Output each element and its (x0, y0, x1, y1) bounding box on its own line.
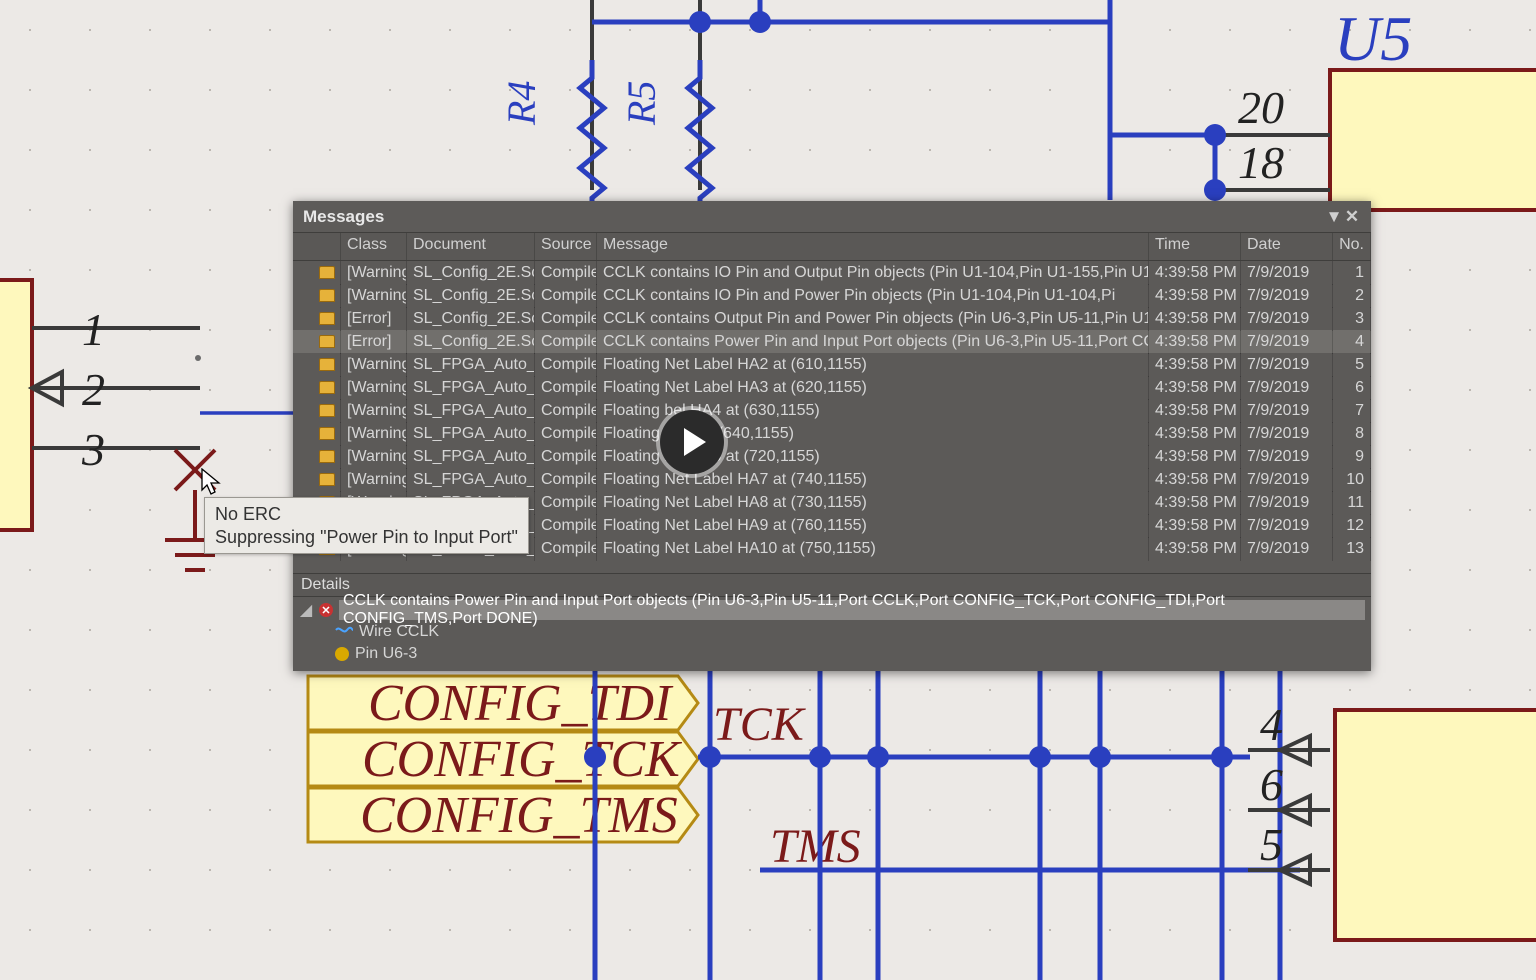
folder-icon (319, 450, 335, 463)
panel-dropdown-icon[interactable]: ▼ (1325, 207, 1343, 227)
details-row-main[interactable]: ◢ ✕ CCLK contains Power Pin and Input Po… (299, 599, 1365, 621)
refdes-r4: R4 (499, 81, 544, 126)
messages-panel[interactable]: Messages ▼ ✕ Class Document Source Messa… (293, 201, 1371, 671)
pin-label-1: 1 (82, 304, 105, 355)
details-pin-text: Pin U6-3 (355, 645, 417, 663)
messages-grid-header[interactable]: Class Document Source Message Time Date … (293, 233, 1371, 261)
message-row[interactable]: [Warning]SL_FPGA_Auto_2ECompileFloating … (293, 399, 1371, 422)
pin-label-5: 5 (1260, 819, 1283, 870)
message-row[interactable]: [Error]SL_Config_2E.SchCompileCCLK conta… (293, 307, 1371, 330)
tooltip-line1: No ERC (215, 503, 518, 526)
col-message[interactable]: Message (597, 233, 1149, 260)
message-row[interactable]: [Warning]SL_FPGA_Auto_2ECompileFloating … (293, 468, 1371, 491)
folder-icon (319, 358, 335, 371)
refdes-r5: R5 (619, 81, 664, 126)
play-icon (684, 428, 706, 456)
folder-icon (319, 266, 335, 279)
tree-toggle-icon[interactable]: ◢ (299, 600, 313, 620)
folder-icon (319, 312, 335, 325)
net-label-tms: TMS (770, 820, 861, 873)
folder-icon (319, 427, 335, 440)
pin-label-3: 3 (81, 424, 105, 475)
pin-icon (335, 647, 349, 661)
col-date[interactable]: Date (1241, 233, 1333, 260)
message-row[interactable]: [Warning]SL_FPGA_Auto_2ECompileFloating … (293, 353, 1371, 376)
pin-label-2: 2 (82, 364, 105, 415)
message-row[interactable]: [Error]SL_Config_2E.SchCompileCCLK conta… (293, 330, 1371, 353)
message-row[interactable]: [Warning]SL_FPGA_Auto_2ECompileFloating … (293, 376, 1371, 399)
col-no[interactable]: No. (1333, 233, 1371, 260)
svg-text:CONFIG_TCK: CONFIG_TCK (362, 731, 682, 788)
play-button[interactable] (660, 410, 724, 474)
message-row[interactable]: [Warning]SL_FPGA_Auto_2ECompileFloating … (293, 422, 1371, 445)
pin-label-20: 20 (1238, 82, 1284, 133)
details-main-text: CCLK contains Power Pin and Input Port o… (339, 600, 1365, 620)
refdes-u5: U5 (1334, 3, 1412, 74)
folder-icon (319, 381, 335, 394)
net-label-tck: TCK (713, 698, 807, 751)
folder-icon (319, 289, 335, 302)
panel-close-icon[interactable]: ✕ (1343, 207, 1361, 227)
folder-icon (319, 473, 335, 486)
pin-label-4: 4 (1260, 699, 1283, 750)
details-row-pin[interactable]: Pin U6-3 (299, 643, 1365, 665)
details-body[interactable]: ◢ ✕ CCLK contains Power Pin and Input Po… (293, 597, 1371, 671)
port-config-tdi[interactable]: CONFIG_TDI (308, 675, 698, 732)
port-config-tms[interactable]: CONFIG_TMS (308, 787, 698, 844)
no-erc-marker[interactable] (175, 450, 215, 490)
tooltip-no-erc: No ERC Suppressing "Power Pin to Input P… (204, 497, 529, 554)
col-document[interactable]: Document (407, 233, 535, 260)
message-row[interactable]: [Warning]SL_Config_2E.SchCompileCCLK con… (293, 261, 1371, 284)
folder-icon (319, 404, 335, 417)
tooltip-line2: Suppressing "Power Pin to Input Port" (215, 526, 518, 549)
folder-icon (319, 335, 335, 348)
svg-text:CONFIG_TMS: CONFIG_TMS (360, 787, 678, 844)
pin-label-18: 18 (1238, 137, 1284, 188)
error-icon: ✕ (319, 603, 333, 617)
col-time[interactable]: Time (1149, 233, 1241, 260)
pin-label-6: 6 (1260, 759, 1283, 810)
col-class[interactable]: Class (341, 233, 407, 260)
port-config-tck[interactable]: CONFIG_TCK (308, 731, 698, 788)
component-r4[interactable]: R4 (499, 60, 604, 210)
col-source[interactable]: Source (535, 233, 597, 260)
message-row[interactable]: [Warning]SL_Config_2E.SchCompileCCLK con… (293, 284, 1371, 307)
message-row[interactable]: [Warning]SL_FPGA_Auto_2ECompileFloating … (293, 445, 1371, 468)
details-wire-text: Wire CCLK (359, 623, 439, 641)
messages-panel-title: Messages (303, 207, 384, 227)
wire-icon (335, 623, 353, 641)
svg-text:CONFIG_TDI: CONFIG_TDI (368, 675, 674, 732)
messages-panel-titlebar[interactable]: Messages ▼ ✕ (293, 201, 1371, 233)
